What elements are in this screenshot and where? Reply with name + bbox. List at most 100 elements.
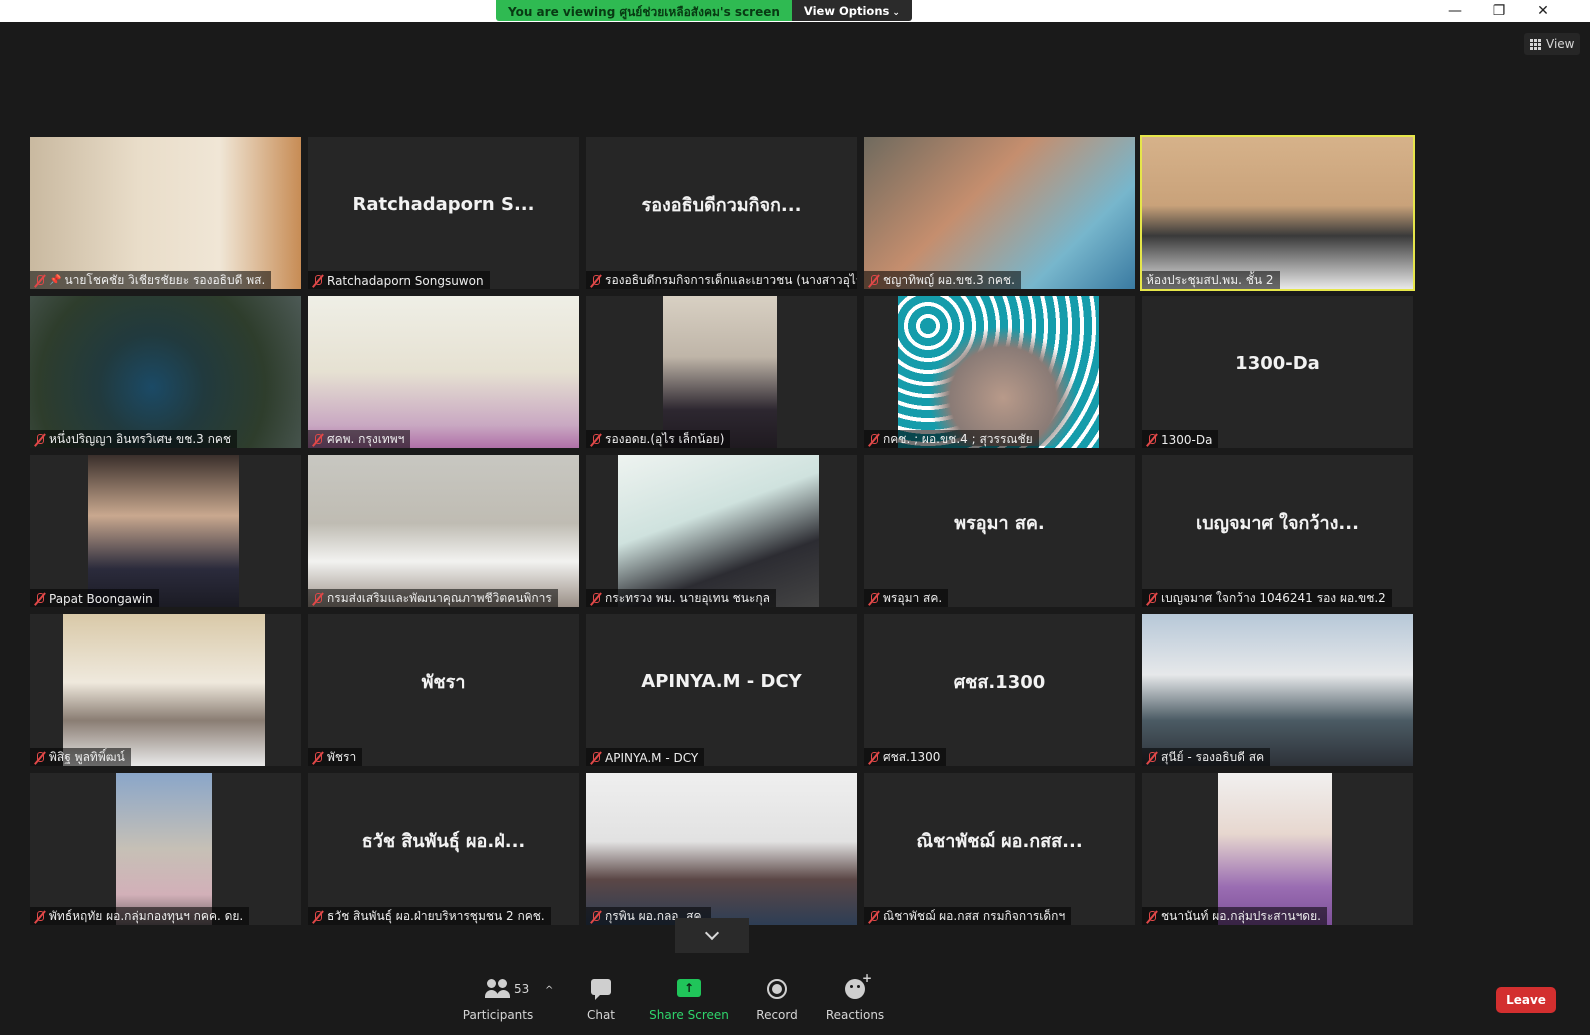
participant-label: สุนีย์ - รองอธิบดี สค [1142,748,1271,766]
participant-name: ชญาทิพญ์ ผอ.ขช.3 กคช. [883,273,1015,287]
participant-tile[interactable]: พิสิฐ พูลทิพิ์ฒน์ [30,614,301,766]
mic-muted-icon [868,592,880,606]
participant-tile[interactable]: 1300-Da 1300-Da [1142,296,1413,448]
record-label: Record [756,1008,798,1022]
mic-muted-icon [34,910,46,924]
participant-label: เบญจมาศ ใจกว้าง 1046241 รอง ผอ.ขช.2 [1142,589,1392,607]
chat-label: Chat [586,1008,616,1022]
participants-icon [485,979,511,999]
minimize-button[interactable]: — [1432,0,1478,22]
participant-label: 📌 นายโชคชัย วิเชียรชัยยะ รองอธิบดี พส. [30,271,272,289]
participant-name: รองอดย.(อุไร เล็กน้อย) [605,432,725,446]
participant-tile[interactable]: รองอธิบดีกวมกิจก... รองอธิบดีกรมกิจการเด… [586,137,857,289]
participant-display-name: พัชรา [421,671,466,693]
participant-tile[interactable]: พัทธ์หฤทัย ผอ.กลุ่มกองทุนฯ กคค. ดย. [30,773,301,925]
participant-tile[interactable]: พัชรา พัชรา [308,614,579,766]
participant-tile[interactable]: ณิชาพัชฌ์ ผอ.กสส... ณิชาพัชฌ์ ผอ.กสส กรม… [864,773,1135,925]
participant-label: กรมส่งเสริมและพัฒนาคุณภาพชีวิตคนพิการ [308,589,558,607]
participant-tile[interactable]: กรมส่งเสริมและพัฒนาคุณภาพชีวิตคนพิการ [308,455,579,607]
participant-tile[interactable]: 📌 นายโชคชัย วิเชียรชัยยะ รองอธิบดี พส. [30,137,301,289]
restore-button[interactable]: ❐ [1476,0,1522,22]
participant-label: Papat Boongawin [30,589,159,607]
mic-muted-icon [1146,592,1158,606]
participant-tile[interactable]: สุนีย์ - รองอธิบดี สค [1142,614,1413,766]
participant-tile[interactable]: กุรพิน ผอ.กลอ. สค. [586,773,857,925]
participant-tile[interactable]: Papat Boongawin [30,455,301,607]
participant-tile[interactable]: กคช. ; ผอ.ขช.4 ; สุวรรณชัย [864,296,1135,448]
mic-muted-icon [34,433,46,447]
participant-tile[interactable]: หนึ่งปริญญา อินทรวิเศษ ขช.3 กคช [30,296,301,448]
participant-name: สุนีย์ - รองอธิบดี สค [1161,750,1265,764]
participant-label: พรอุมา สค. [864,589,949,607]
participant-name: ศชส.1300 [883,750,941,764]
participant-name: พิสิฐ พูลทิพิ์ฒน์ [49,750,125,764]
participant-label: ห้องประชุมสป.พม. ชั้น 2 [1142,271,1280,289]
participant-label: ศคพ. กรุงเทพฯ [308,430,411,448]
share-screen-button[interactable]: ↑ Share Screen [649,972,729,1022]
participant-label: พัทธ์หฤทัย ผอ.กลุ่มกองทุนฯ กคค. ดย. [30,907,250,925]
mic-muted-icon [34,274,46,288]
participants-menu-caret[interactable]: ^ [545,985,553,996]
chat-button[interactable]: Chat [578,972,624,1022]
participant-name: Papat Boongawin [49,591,153,606]
participant-tile[interactable]: ศชส.1300 ศชส.1300 [864,614,1135,766]
reactions-button[interactable]: Reactions [825,971,885,1022]
participant-tile[interactable]: กระทรวง พม. นายอุเทน ชนะกุล [586,455,857,607]
participant-label: Ratchadaporn Songsuwon [308,271,490,289]
participant-tile[interactable]: APINYA.M - DCY APINYA.M - DCY [586,614,857,766]
participant-video [308,455,579,607]
video-gallery: 📌 นายโชคชัย วิเชียรชัยยะ รองอธิบดี พส. Ra… [30,135,1415,925]
participant-name: ณิชาพัชฌ์ ผอ.กสส กรมกิจการเด็กฯ [883,909,1066,923]
participant-label: กระทรวง พม. นายอุเทน ชนะกุล [586,589,776,607]
participant-tile[interactable]: ชญาทิพญ์ ผอ.ขช.3 กคช. [864,137,1135,289]
reactions-label: Reactions [825,1008,885,1022]
participant-label: หนึ่งปริญญา อินทรวิเศษ ขช.3 กคช [30,430,238,448]
participant-tile[interactable]: ธวัช สินพันธุ์ ผอ.ฝ่... ธวัช สินพันธุ์ ผ… [308,773,579,925]
participant-tile[interactable]: ชนานันท์ ผอ.กลุ่มประสานฯดย. [1142,773,1413,925]
record-button[interactable]: Record [752,972,802,1022]
chevron-down-icon: ⌄ [892,8,900,18]
participant-name: กคช. ; ผอ.ขช.4 ; สุวรรณชัย [883,432,1033,446]
participant-tile[interactable]: ศคพ. กรุงเทพฯ [308,296,579,448]
mic-muted-icon [590,592,602,606]
participant-label: รองอธิบดีกรมกิจการเด็กและเยาวชน (นางสาวอ… [586,271,857,289]
participant-label: 1300-Da [1142,430,1219,448]
reactions-icon [845,971,872,999]
close-button[interactable]: ✕ [1520,0,1566,22]
mic-muted-icon [312,274,324,288]
record-icon [767,979,787,999]
participant-video [663,296,777,448]
participant-label: ชญาทิพญ์ ผอ.ขช.3 กคช. [864,271,1021,289]
participant-label: APINYA.M - DCY [586,748,705,766]
participant-tile[interactable]: เบญจมาศ ใจกว้าง... เบญจมาศ ใจกว้าง 10462… [1142,455,1413,607]
mic-muted-icon [312,433,324,447]
leave-button[interactable]: Leave [1496,987,1556,1013]
share-screen-label: Share Screen [649,1008,729,1022]
participant-name: ห้องประชุมสป.พม. ชั้น 2 [1146,273,1274,287]
participant-display-name: รองอธิบดีกวมกิจก... [641,194,802,216]
mic-muted-icon [1146,910,1158,924]
grid-icon [1530,38,1541,50]
participant-video [63,614,265,766]
view-label: View [1546,37,1575,51]
participant-label: ธวัช สินพันธุ์ ผอ.ฝ่ายบริหารชุมชน 2 กคช. [308,907,551,925]
title-bar: You are viewing ศูนย์ช่วยเหลือสังคม's sc… [0,0,1590,22]
participant-display-name: ศชส.1300 [953,671,1046,693]
participant-tile[interactable]: รองอดย.(อุไร เล็กน้อย) [586,296,857,448]
participant-tile[interactable]: Ratchadaporn S... Ratchadaporn Songsuwon [308,137,579,289]
participant-label: ชนานันท์ ผอ.กลุ่มประสานฯดย. [1142,907,1327,925]
meeting-toolbar: Participants 53 ^ Chat ↑ Share Screen Re… [0,971,1590,1035]
participant-name: รองอธิบดีกรมกิจการเด็กและเยาวชน (นางสาวอ… [605,273,857,287]
participant-name: หนึ่งปริญญา อินทรวิเศษ ขช.3 กคช [49,432,232,446]
participant-video [30,137,301,289]
participant-tile[interactable]: พรอุมา สค. พรอุมา สค. [864,455,1135,607]
participant-video [586,773,857,925]
mic-muted-icon [1146,751,1158,765]
participant-label: พิสิฐ พูลทิพิ์ฒน์ [30,748,131,766]
collapse-gallery-button[interactable] [675,918,749,953]
active-speaker-tile[interactable]: ห้องประชุมสป.พม. ชั้น 2 [1140,135,1415,291]
mic-muted-icon [590,274,602,288]
participants-button[interactable]: Participants [463,972,533,1022]
view-options-button[interactable]: View Options ⌄ [791,0,912,21]
view-button[interactable]: View [1524,33,1581,55]
